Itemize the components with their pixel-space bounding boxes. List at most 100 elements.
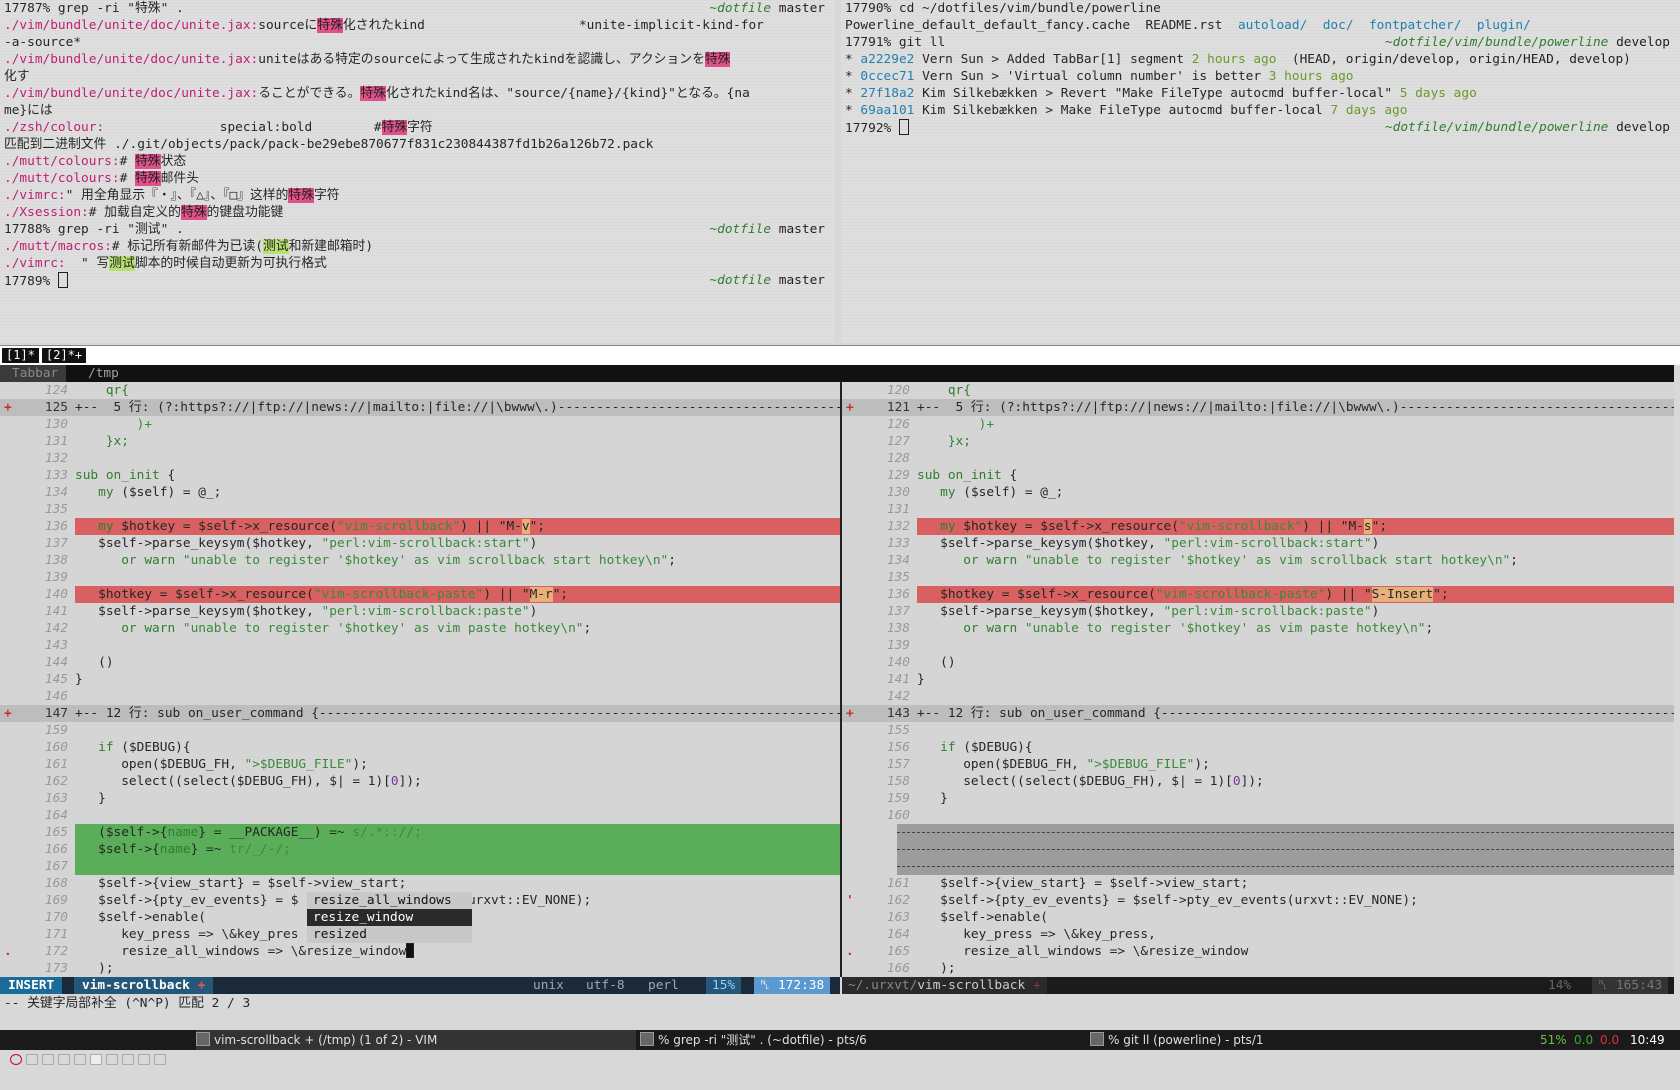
code-text: $self->parse_keysym($hotkey, "perl:vim-s… bbox=[917, 535, 1379, 552]
code-text: () bbox=[75, 654, 113, 671]
code-line[interactable]: 142 bbox=[842, 688, 1674, 705]
code-line[interactable]: 164 key_press => \&key_press, bbox=[842, 926, 1674, 943]
completion-item[interactable]: resize_window bbox=[307, 909, 472, 926]
code-line[interactable]: 145} bbox=[0, 671, 840, 688]
code-line[interactable]: 160 bbox=[842, 807, 1674, 824]
code-line[interactable]: 173 ); bbox=[0, 960, 840, 977]
code-line[interactable]: 120 qr{ bbox=[842, 382, 1674, 399]
text-segment: $self->{pty_ev_events} = $ bbox=[75, 893, 299, 908]
statusline-dir: ~/.urxvt/ bbox=[848, 978, 918, 993]
code-line[interactable]: 135 bbox=[842, 569, 1674, 586]
diff-pane-right[interactable]: 120 qr{+121 +-- 5 行: (?:https?://|ftp://|… bbox=[842, 382, 1674, 977]
code-line[interactable]: 144 () bbox=[0, 654, 840, 671]
code-line[interactable]: 133 $self->parse_keysym($hotkey, "perl:v… bbox=[842, 535, 1674, 552]
terminal-line: ./vim/bundle/unite/doc/unite.jax:sourceに… bbox=[0, 17, 835, 34]
code-line[interactable]: 159 } bbox=[842, 790, 1674, 807]
code-line[interactable]: 146 bbox=[0, 688, 840, 705]
code-line[interactable]: . 172 resize_all_windows => \&resize_wind… bbox=[0, 943, 840, 960]
code-line[interactable]: 141} bbox=[842, 671, 1674, 688]
code-line[interactable]: 143 bbox=[0, 637, 840, 654]
code-line[interactable]: 134 my ($self) = @_; bbox=[0, 484, 840, 501]
code-line[interactable]: 134 or warn "unable to register '$hotkey… bbox=[842, 552, 1674, 569]
code-line[interactable]: 130 my ($self) = @_; bbox=[842, 484, 1674, 501]
code-line[interactable]: 164 bbox=[0, 807, 840, 824]
code-text: $self->parse_keysym($hotkey, "perl:vim-s… bbox=[75, 603, 537, 620]
terminal-top-left[interactable]: 17787% grep -ri "特殊" . ~dotfile master ./v… bbox=[0, 0, 835, 343]
code-text: select((select($DEBUG_FH), $| = 1)[0]); bbox=[917, 773, 1264, 790]
code-line[interactable]: 140 () bbox=[842, 654, 1674, 671]
completion-item[interactable]: resize_all_windows bbox=[307, 892, 472, 909]
code-line[interactable]: 136 $hotkey = $self->x_resource("vim-scr… bbox=[842, 586, 1674, 603]
code-line[interactable]: 124 qr{ bbox=[0, 382, 840, 399]
diff-pane-left[interactable]: 124 qr{+125 +-- 5 行: (?:https?://|ftp://|… bbox=[0, 382, 840, 977]
text-segment: qr{ bbox=[917, 383, 971, 398]
taskbar-item-vim[interactable]: vim-scrollback + (/tmp) (1 of 2) - VIM bbox=[196, 1030, 636, 1050]
code-line[interactable]: 132 my $hotkey = $self->x_resource("vim-… bbox=[842, 518, 1674, 535]
code-line[interactable]: 139 bbox=[842, 637, 1674, 654]
code-line[interactable]: 129 sub on_init { bbox=[842, 467, 1674, 484]
tab-2[interactable]: [2]*+ bbox=[42, 348, 87, 363]
diff-filler-dash bbox=[897, 832, 1674, 833]
fold-line[interactable]: +147 +-- 12 行: sub on_user_command {-----… bbox=[0, 705, 840, 722]
code-line[interactable]: 133 sub on_init { bbox=[0, 467, 840, 484]
code-line[interactable]: 131 }x; bbox=[0, 433, 840, 450]
code-line[interactable]: 163 $self->enable( bbox=[842, 909, 1674, 926]
code-line[interactable]: 159 bbox=[0, 722, 840, 739]
code-line[interactable]: 141 $self->parse_keysym($hotkey, "perl:v… bbox=[0, 603, 840, 620]
code-text: select((select($DEBUG_FH), $| = 1)[0]); bbox=[75, 773, 422, 790]
cursor-position-right: ␤ 165:43 bbox=[1592, 977, 1669, 994]
code-line[interactable]: ' 162 $self->{pty_ev_events} = $self->pty… bbox=[842, 892, 1674, 909]
code-text: $self->parse_keysym($hotkey, "perl:vim-s… bbox=[917, 603, 1379, 620]
text-segment: " bbox=[521, 587, 530, 602]
code-line[interactable]: 162 select((select($DEBUG_FH), $| = 1)[0… bbox=[0, 773, 840, 790]
fold-line[interactable]: +143 +-- 12 行: sub on_user_command {-----… bbox=[842, 705, 1674, 722]
code-line[interactable]: 155 bbox=[842, 722, 1674, 739]
taskbar-item-terminal-1[interactable]: % grep -ri "测试" . (~dotfile) - pts/6 bbox=[640, 1030, 867, 1050]
code-line[interactable]: 156 if ($DEBUG){ bbox=[842, 739, 1674, 756]
text-segment: * bbox=[845, 103, 861, 118]
code-line[interactable]: 140 $hotkey = $self->x_resource("vim-scr… bbox=[0, 586, 840, 603]
code-line[interactable]: 161 $self->{view_start} = $self->view_st… bbox=[842, 875, 1674, 892]
code-line[interactable]: 158 select((select($DEBUG_FH), $| = 1)[0… bbox=[842, 773, 1674, 790]
code-line[interactable]: 157 open($DEBUG_FH, ">$DEBUG_FILE"); bbox=[842, 756, 1674, 773]
code-line[interactable]: 137 $self->parse_keysym($hotkey, "perl:v… bbox=[842, 603, 1674, 620]
code-line[interactable]: 128 bbox=[842, 450, 1674, 467]
code-line[interactable]: 142 or warn "unable to register '$hotkey… bbox=[0, 620, 840, 637]
diff-filler-line[interactable] bbox=[842, 841, 1674, 858]
code-line[interactable]: 165 ($self->{name} = __PACKAGE__) =~ s/.… bbox=[0, 824, 840, 841]
code-line[interactable]: 139 bbox=[0, 569, 840, 586]
code-line[interactable]: 126 )+ bbox=[842, 416, 1674, 433]
code-line[interactable]: 130 )+ bbox=[0, 416, 840, 433]
code-line[interactable]: 167 bbox=[0, 858, 840, 875]
diff-filler-line[interactable] bbox=[842, 824, 1674, 841]
text-segment: "unable to register '$hotkey' as vim pas… bbox=[1024, 621, 1426, 636]
diff-filler-line[interactable] bbox=[842, 858, 1674, 875]
code-line[interactable]: 166 $self->{name} =~ tr/_/-/; bbox=[0, 841, 840, 858]
code-line[interactable]: 138 or warn "unable to register '$hotkey… bbox=[0, 552, 840, 569]
code-line[interactable]: 161 open($DEBUG_FH, ">$DEBUG_FILE"); bbox=[0, 756, 840, 773]
code-line[interactable]: 166 ); bbox=[842, 960, 1674, 977]
prompt-path: ~dotfile/vim/bundle/powerline bbox=[1384, 35, 1617, 50]
code-line[interactable]: 135 bbox=[0, 501, 840, 518]
code-line[interactable]: 137 $self->parse_keysym($hotkey, "perl:v… bbox=[0, 535, 840, 552]
text-segment: # bbox=[119, 154, 135, 169]
code-line[interactable]: 131 bbox=[842, 501, 1674, 518]
code-line[interactable]: 132 bbox=[0, 450, 840, 467]
code-line[interactable]: 127 }x; bbox=[842, 433, 1674, 450]
code-line[interactable]: 138 or warn "unable to register '$hotkey… bbox=[842, 620, 1674, 637]
fold-line[interactable]: +121 +-- 5 行: (?:https?://|ftp://|news://… bbox=[842, 399, 1674, 416]
code-line[interactable]: 160 if ($DEBUG){ bbox=[0, 739, 840, 756]
workspace-switcher[interactable] bbox=[2, 1030, 170, 1065]
code-line[interactable]: 163 } bbox=[0, 790, 840, 807]
terminal-top-right[interactable]: 17790% cd ~/dotfiles/vim/bundle/powerlin… bbox=[841, 0, 1680, 343]
line-number: 131 bbox=[886, 502, 910, 517]
code-line[interactable]: . 165 resize_all_windows => \&resize_wind… bbox=[842, 943, 1674, 960]
code-line[interactable]: 136 my $hotkey = $self->x_resource("vim-… bbox=[0, 518, 840, 535]
terminal-line: 17789% ~dotfile master bbox=[0, 272, 835, 289]
tab-1[interactable]: [1]* bbox=[2, 348, 39, 363]
text-segment: tr/_/-/; bbox=[229, 842, 291, 857]
completion-item[interactable]: resized bbox=[307, 926, 472, 943]
code-line[interactable]: 168 $self->{view_start} = $self->view_st… bbox=[0, 875, 840, 892]
taskbar-item-terminal-2[interactable]: % git ll (powerline) - pts/1 bbox=[1090, 1030, 1264, 1050]
fold-line[interactable]: +125 +-- 5 行: (?:https?://|ftp://|news://… bbox=[0, 399, 840, 416]
